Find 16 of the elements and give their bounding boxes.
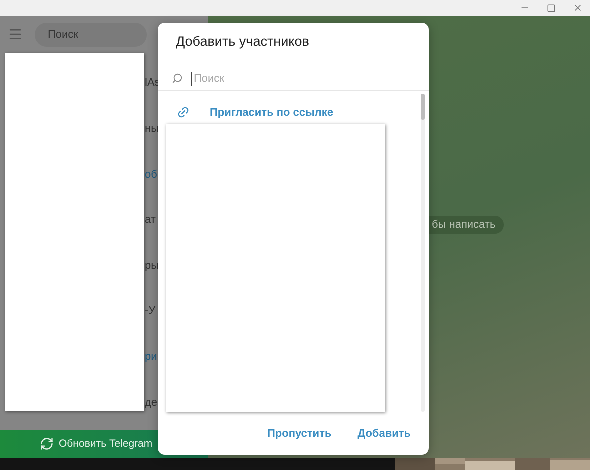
chat-preview-text: ат [145, 214, 156, 228]
menu-icon[interactable] [8, 27, 23, 42]
maximize-icon[interactable] [547, 4, 556, 12]
dialog-button[interactable]: Пропустить [267, 424, 332, 444]
invite-link[interactable]: Пригласить по ссылке [158, 91, 421, 123]
update-label: Обновить Telegram [59, 438, 153, 450]
dialog-button[interactable]: Добавить [358, 424, 411, 444]
chat-preview-text: де [145, 396, 158, 411]
chat-preview-text: -У [145, 305, 156, 320]
close-icon[interactable] [573, 3, 583, 13]
chat-preview-text: ри [145, 350, 158, 365]
dialog-title: Добавить участников [175, 33, 310, 51]
refresh-icon [40, 437, 54, 452]
search-field[interactable]: Поиск [35, 22, 147, 47]
search-icon [172, 73, 183, 84]
chat-preview-text: об [145, 168, 158, 183]
